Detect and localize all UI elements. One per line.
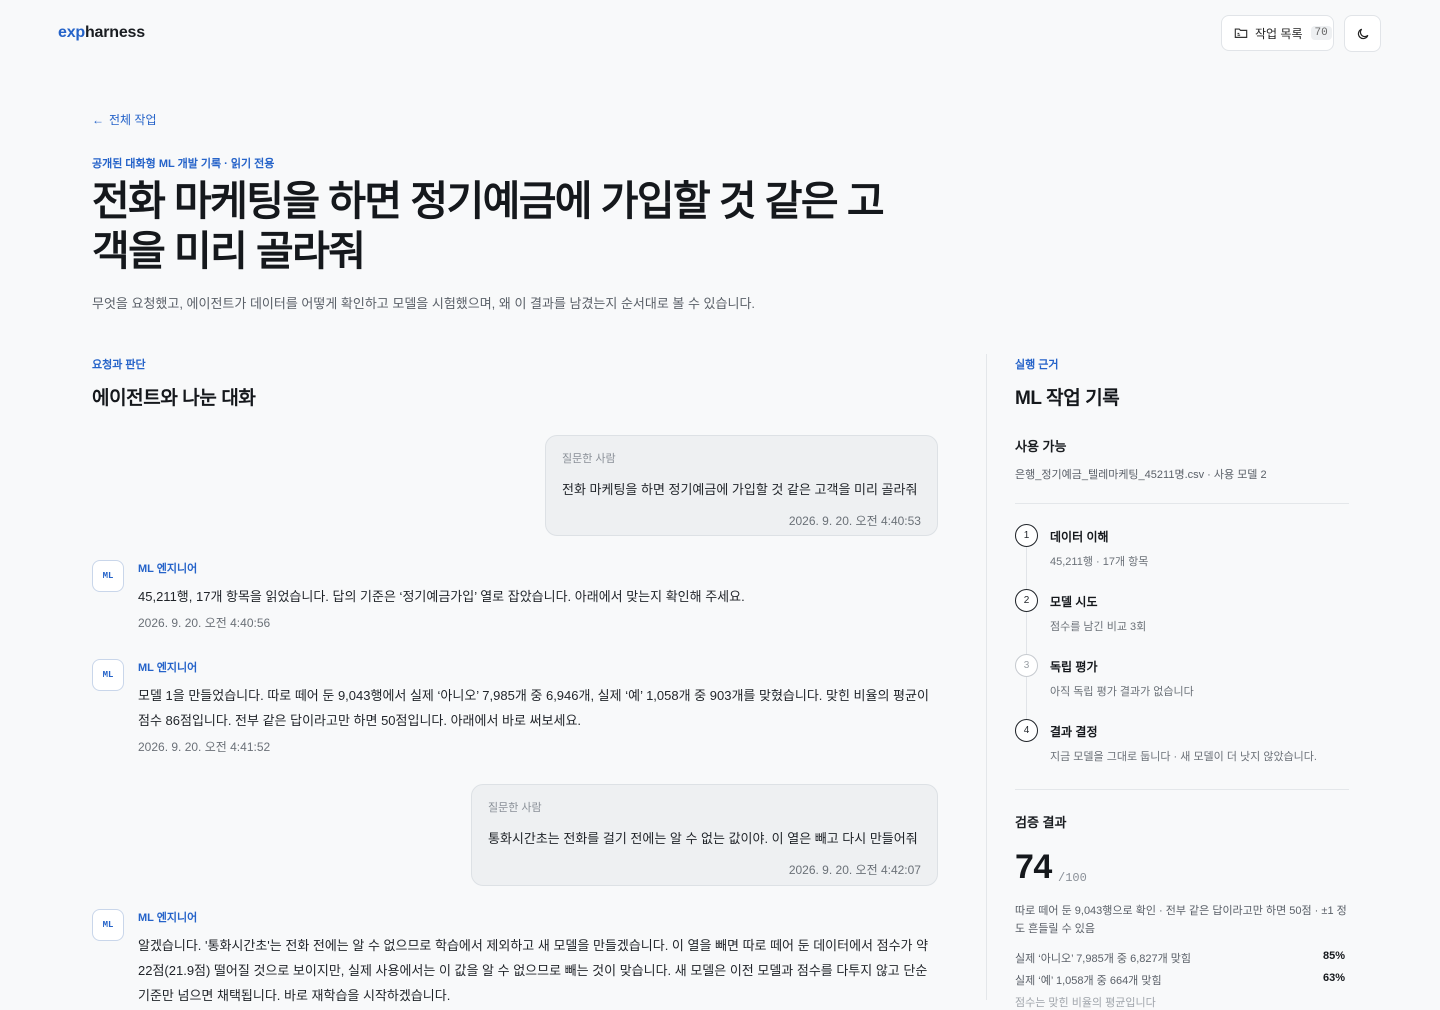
step-item: 4 결과 결정 지금 모델을 그대로 둡니다 · 새 모델이 더 낫지 않았습니… [1015, 719, 1349, 779]
step-description: 점수를 남긴 비교 3회 [1050, 621, 1147, 633]
step-number: 2 [1015, 589, 1038, 612]
step-description: 45,211행 · 17개 항목 [1050, 556, 1149, 568]
avatar: ML [92, 560, 124, 592]
message-timestamp: 2026. 9. 20. 오전 4:40:53 [788, 514, 921, 528]
step-description: 아직 독립 평가 결과가 없습니다 [1050, 686, 1194, 698]
folder-icon [1234, 28, 1248, 38]
message-author: ML 엔지니어 [138, 662, 198, 674]
step-item: 3 독립 평가 아직 독립 평가 결과가 없습니다 [1015, 654, 1349, 714]
usable-status: 사용 가능 [1015, 439, 1067, 454]
step-label: 데이터 이해 [1050, 530, 1109, 544]
step-item: 1 데이터 이해 45,211행 · 17개 항목 [1015, 524, 1349, 584]
back-link-label: 전체 작업 [109, 113, 157, 127]
conversation-title: 에이전트와 나눈 대화 [92, 388, 256, 409]
ml-record-panel: 실행 근거 ML 작업 기록 사용 가능 은행_정기예금_텔레마케팅_45211… [986, 354, 1349, 1009]
avatar: ML [92, 909, 124, 941]
moon-icon [1357, 28, 1368, 39]
step-number: 1 [1015, 524, 1038, 547]
divider [1015, 503, 1349, 504]
metric-row: 실제 ‘예’ 1,058개 중 664개 맞힘 63% [1015, 972, 1349, 988]
jobs-list-label: 작업 목록 [1255, 26, 1303, 41]
jobs-list-button[interactable]: 작업 목록 70 [1221, 15, 1334, 51]
verification-title: 검증 결과 [1015, 815, 1067, 830]
logo-harness: harness [84, 24, 145, 41]
dataset-info: 은행_정기예금_텔레마케팅_45211명.csv · 사용 모델 2 [1015, 469, 1267, 481]
score-footnote: 점수는 맞힌 비율의 평균입니다 [1015, 997, 1156, 1009]
logo-exp: exp [58, 24, 85, 41]
score-max: /100 [1058, 871, 1087, 885]
user-message: 질문한 사람 전화 마케팅을 하면 정기예금에 가입할 것 같은 고객을 미리 … [545, 435, 938, 536]
metric-row: 실제 ‘아니오’ 7,985개 중 6,827개 맞힘 85% [1015, 950, 1349, 966]
record-title: ML 작업 기록 [1015, 388, 1120, 409]
message-timestamp: 2026. 9. 20. 오전 4:40:56 [138, 616, 271, 630]
top-bar: expharness 작업 목록 70 [0, 0, 1440, 68]
conversation-eyebrow: 요청과 판단 [92, 359, 146, 371]
record-eyebrow: 실행 근거 [1015, 359, 1059, 371]
score-value: 74 [1015, 848, 1052, 886]
message-text: 모델 1을 만들었습니다. 따로 떼어 둔 9,043행에서 실제 ‘아니오’ … [138, 688, 929, 728]
message-text: 45,211행, 17개 항목을 읽었습니다. 답의 기준은 ‘정기예금가입’ … [138, 589, 745, 604]
message-text: 알겠습니다. '통화시간초'는 전화 전에는 알 수 없으므로 학습에서 제외하… [138, 938, 929, 1003]
logo[interactable]: expharness [58, 24, 145, 42]
message-timestamp: 2026. 9. 20. 오전 4:42:07 [788, 863, 921, 877]
step-label: 결과 결정 [1050, 725, 1098, 739]
step-label: 모델 시도 [1050, 595, 1098, 609]
message-text: 전화 마케팅을 하면 정기예금에 가입할 것 같은 고객을 미리 골라줘 [562, 482, 918, 497]
arrow-left-icon: ← [92, 112, 104, 127]
message-author: ML 엔지니어 [138, 563, 198, 575]
avatar: ML [92, 659, 124, 691]
user-message: 질문한 사람 통화시간초는 전화를 걸기 전에는 알 수 없는 값이야. 이 열… [471, 784, 938, 886]
page-subtitle: 무엇을 요청했고, 에이전트가 데이터를 어떻게 확인하고 모델을 시험했으며,… [92, 296, 756, 311]
message-author: 질문한 사람 [562, 453, 616, 465]
step-description: 지금 모델을 그대로 둡니다 · 새 모델이 더 낫지 않았습니다. [1050, 751, 1317, 763]
step-number: 3 [1015, 654, 1038, 677]
message-author: ML 엔지니어 [138, 912, 198, 924]
metric-percent: 85% [1322, 950, 1345, 962]
metric-label: 실제 ‘아니오’ 7,985개 중 6,827개 맞힘 [1015, 953, 1192, 965]
page-eyebrow: 공개된 대화형 ML 개발 기록 · 읽기 전용 [92, 158, 275, 170]
message-timestamp: 2026. 9. 20. 오전 4:41:52 [138, 740, 271, 754]
metric-label: 실제 ‘예’ 1,058개 중 664개 맞힘 [1015, 975, 1162, 987]
step-item: 2 모델 시도 점수를 남긴 비교 3회 [1015, 589, 1349, 649]
message-author: 질문한 사람 [488, 802, 542, 814]
page-title: 전화 마케팅을 하면 정기예금에 가입할 것 같은 고객을 미리 골라줘 [92, 178, 885, 274]
theme-toggle-button[interactable] [1344, 15, 1381, 52]
score-note: 따로 떼어 둔 9,043행으로 확인 · 전부 같은 답이라고만 하면 50점… [1015, 905, 1347, 935]
divider [1015, 789, 1349, 790]
message-text: 통화시간초는 전화를 걸기 전에는 알 수 없는 값이야. 이 열은 빼고 다시… [488, 831, 918, 846]
jobs-count-badge: 70 [1310, 26, 1332, 40]
step-label: 독립 평가 [1050, 660, 1098, 674]
step-number: 4 [1015, 719, 1038, 742]
metric-percent: 63% [1322, 972, 1345, 984]
back-link[interactable]: ← 전체 작업 [92, 111, 157, 128]
